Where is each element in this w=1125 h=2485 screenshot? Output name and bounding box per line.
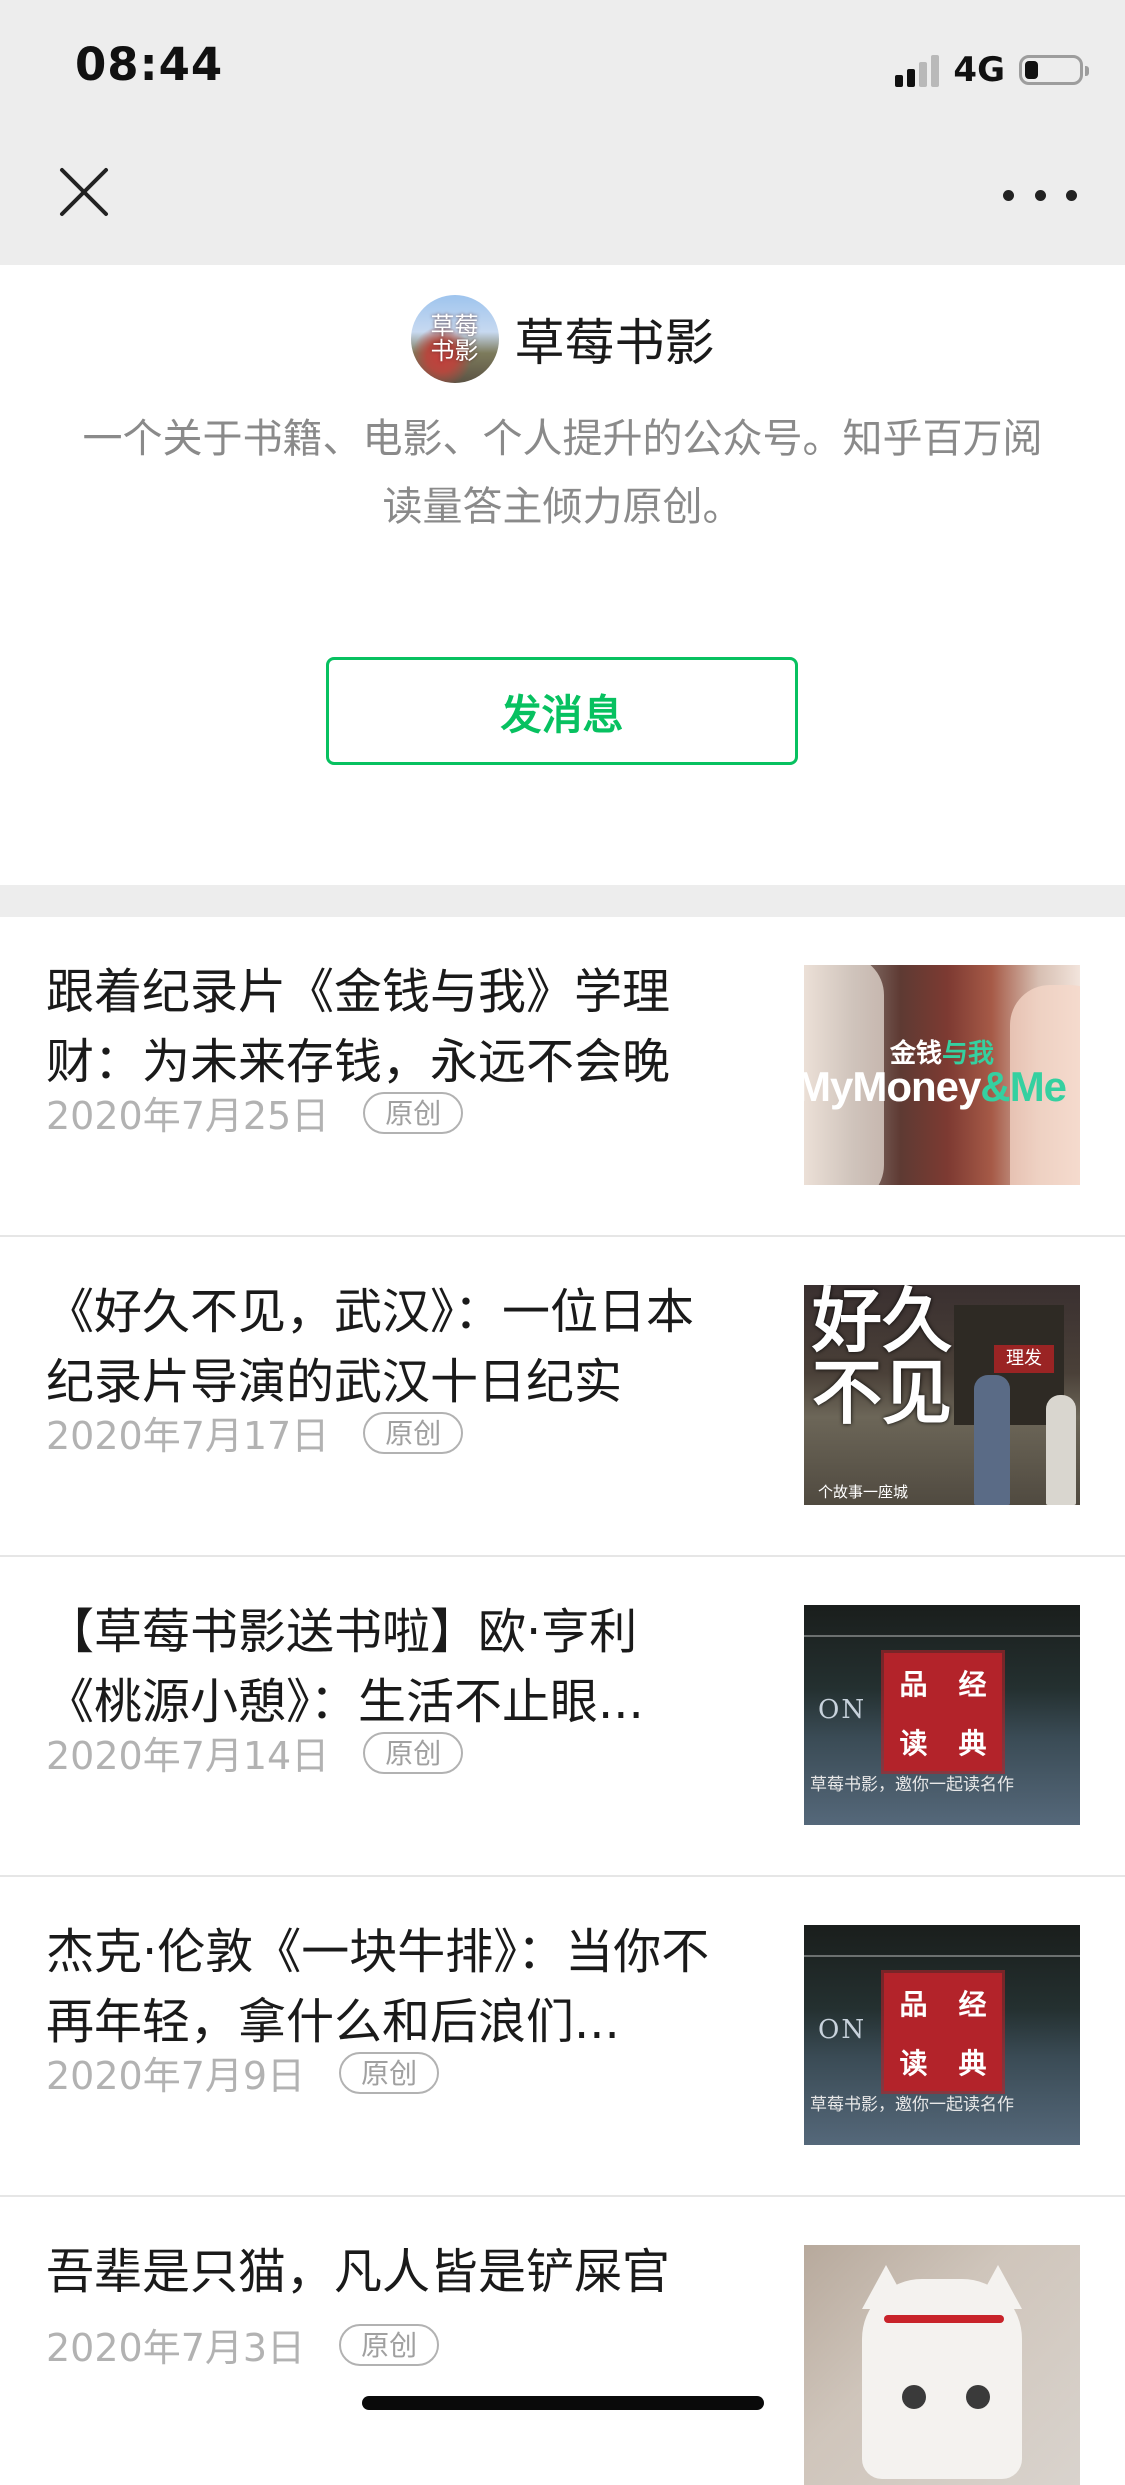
more-button[interactable] [1003, 180, 1077, 210]
account-profile: 草莓书影 草莓书影 一个关于书籍、电影、个人提升的公众号。知乎百万阅读量答主倾力… [0, 265, 1125, 885]
article-date: 2020年7月3日 [46, 2326, 306, 2370]
article-thumbnail [804, 2245, 1080, 2485]
thumb-cat-collar [884, 2315, 1004, 2323]
account-header: 草莓书影 草莓书影 [0, 295, 1125, 383]
thumb-cat-eye [902, 2385, 926, 2409]
article-title: 《好久不见，武汉》：一位日本纪录片导演的武汉十日纪实 [46, 1284, 695, 1410]
stamp-char: 品 [899, 1667, 928, 1701]
home-indicator[interactable] [362, 2396, 764, 2410]
more-dot [1066, 189, 1077, 201]
article-list: 跟着纪录片《金钱与我》学理财：为未来存钱，永远不会晚 2020年7月25日 原创… [0, 917, 1125, 2485]
thumb-sign: 理发 [994, 1345, 1054, 1373]
account-description: 一个关于书籍、电影、个人提升的公众号。知乎百万阅读量答主倾力原创。 [82, 416, 1043, 530]
more-dot [1034, 189, 1046, 201]
article-thumbnail: 理发 好久不见 个故事一座城 [804, 1285, 1080, 1505]
battery-level [1025, 61, 1038, 79]
status-time: 08:44 [75, 38, 224, 91]
stamp-char: 读 [899, 2046, 928, 2080]
article-thumbnail: ON 品 经 读 典 草莓书影，邀你一起读名作 [804, 1605, 1080, 1825]
article-title: 跟着纪录片《金钱与我》学理财：为未来存钱，永远不会晚 [46, 964, 671, 1090]
article-thumbnail: 金钱与我 MyMoney&Me [804, 965, 1080, 1185]
battery-icon [1019, 55, 1089, 85]
article-item[interactable]: 【草莓书影送书啦】欧·亨利《桃源小憩》：生活不止眼... 2020年7月14日 … [0, 1557, 1125, 1877]
article-title: 吾辈是只猫，凡人皆是铲屎官 [46, 2244, 671, 2300]
article-date: 2020年7月17日 [46, 1414, 330, 1458]
stamp-char: 品 [899, 1987, 928, 2021]
thumb-book-text: ON [818, 1695, 867, 1725]
account-name: 草莓书影 [514, 314, 715, 372]
thumb-person [974, 1375, 1010, 1505]
network-type: 4G [953, 50, 1005, 90]
signal-icon [895, 53, 940, 87]
close-button[interactable] [52, 160, 116, 224]
stamp-char: 典 [958, 1726, 987, 1760]
stamp-char: 典 [958, 2046, 987, 2080]
stamp-char: 读 [899, 1726, 928, 1760]
original-badge: 原创 [363, 1411, 464, 1454]
thumb-en-b: &Me [980, 1063, 1067, 1110]
thumb-calligraphy: 好久不见 [812, 1285, 952, 1434]
thumb-stamp: 品 经 读 典 [884, 1653, 1002, 1771]
article-item[interactable]: 杰克·伦敦《一块牛排》：当你不再年轻，拿什么和后浪们... 2020年7月9日 … [0, 1877, 1125, 2197]
article-meta: 2020年7月9日 原创 [46, 2045, 440, 2100]
thumb-book-text: ON [818, 2015, 867, 2045]
article-item[interactable]: 跟着纪录片《金钱与我》学理财：为未来存钱，永远不会晚 2020年7月25日 原创… [0, 917, 1125, 1237]
article-date: 2020年7月9日 [46, 2054, 306, 2098]
thumb-en-a: MyMoney [804, 1063, 981, 1110]
original-badge: 原创 [339, 2323, 440, 2366]
article-meta: 2020年7月14日 原创 [46, 1725, 464, 1780]
thumb-cat-eye [966, 2385, 990, 2409]
thumb-line [804, 1635, 1080, 1637]
send-message-button[interactable]: 发消息 [326, 657, 798, 765]
article-meta: 2020年7月17日 原创 [46, 1405, 464, 1460]
article-meta: 2020年7月3日 原创 [46, 2317, 440, 2372]
status-indicators: 4G [895, 50, 1089, 90]
thumb-caption: 草莓书影，邀你一起读名作 [810, 1775, 1014, 1795]
article-title: 杰克·伦敦《一块牛排》：当你不再年轻，拿什么和后浪们... [46, 1924, 710, 2050]
article-date: 2020年7月14日 [46, 1734, 330, 1778]
more-dot [1003, 189, 1014, 201]
thumb-subtitle: 个故事一座城 [818, 1483, 909, 1501]
top-bar: 08:44 4G [0, 0, 1125, 265]
avatar-text: 草莓书影 [430, 312, 479, 365]
article-thumbnail: ON 品 经 读 典 草莓书影，邀你一起读名作 [804, 1925, 1080, 2145]
stamp-char: 经 [958, 1987, 987, 2021]
thumb-cat [862, 2279, 1022, 2479]
original-badge: 原创 [363, 1091, 464, 1134]
close-icon [60, 168, 108, 216]
thumb-person [1046, 1395, 1076, 1505]
original-badge: 原创 [363, 1731, 464, 1774]
thumb-caption: 草莓书影，邀你一起读名作 [810, 2095, 1014, 2115]
avatar[interactable]: 草莓书影 [410, 295, 499, 383]
article-title: 【草莓书影送书啦】欧·亨利《桃源小憩》：生活不止眼... [46, 1604, 644, 1730]
article-item[interactable]: 吾辈是只猫，凡人皆是铲屎官 2020年7月3日 原创 [0, 2197, 1125, 2485]
thumb-line [804, 1955, 1080, 1957]
original-badge: 原创 [339, 2051, 440, 2094]
article-date: 2020年7月25日 [46, 1094, 330, 1138]
section-divider [0, 885, 1125, 917]
article-meta: 2020年7月25日 原创 [46, 1085, 464, 1140]
stamp-char: 经 [958, 1667, 987, 1701]
thumb-title-en: MyMoney&Me [804, 1063, 1067, 1111]
article-item[interactable]: 《好久不见，武汉》：一位日本纪录片导演的武汉十日纪实 2020年7月17日 原创… [0, 1237, 1125, 1557]
thumb-stamp: 品 经 读 典 [884, 1973, 1002, 2091]
